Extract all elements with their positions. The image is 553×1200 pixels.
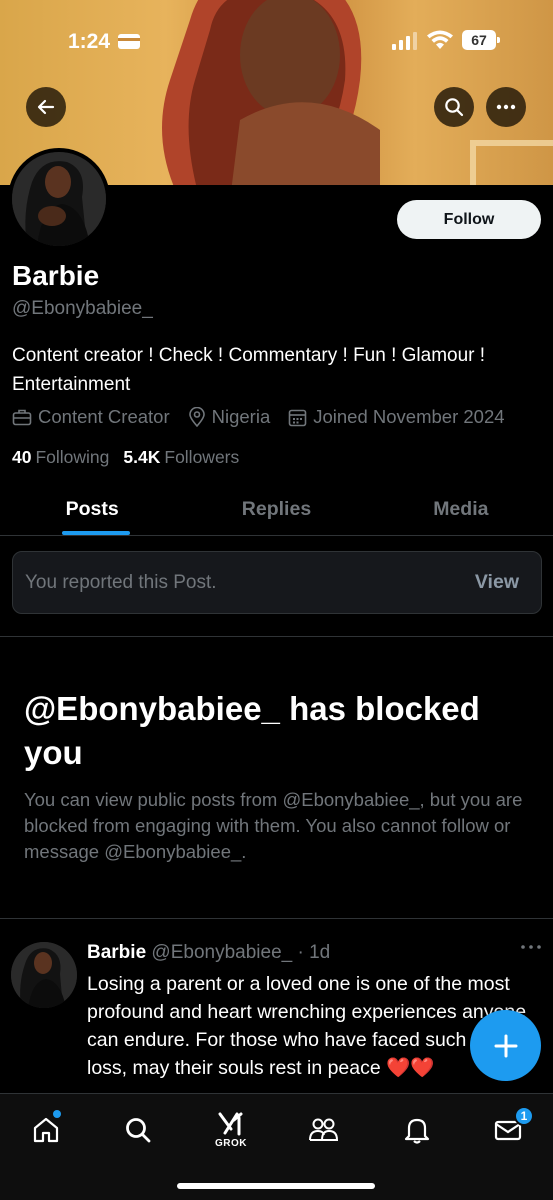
reported-text: You reported this Post. bbox=[25, 571, 217, 593]
avatar-photo bbox=[11, 942, 77, 1008]
following-label: Following bbox=[35, 447, 110, 467]
post-handle: @Ebonybabiee_ bbox=[151, 942, 293, 963]
messages-badge: 1 bbox=[514, 1106, 534, 1126]
post-more-icon[interactable] bbox=[520, 942, 542, 952]
followers-count: 5.4K bbox=[123, 447, 161, 467]
wallet-card-icon bbox=[118, 34, 140, 49]
profile-meta: Content Creator Nigeria Joined November … bbox=[12, 406, 517, 428]
view-reported-button[interactable]: View bbox=[475, 571, 519, 594]
follow-button[interactable]: Follow bbox=[397, 200, 541, 239]
calendar-icon bbox=[288, 409, 307, 426]
battery-indicator: 67 bbox=[462, 30, 500, 50]
follow-counts: 40 Following 5.4K Followers bbox=[12, 447, 239, 468]
status-bar: 1:24 67 bbox=[0, 0, 553, 84]
profile-location: Nigeria bbox=[188, 406, 271, 428]
nav-home[interactable] bbox=[22, 1106, 70, 1154]
category-label: Content Creator bbox=[38, 406, 170, 427]
nav-grok[interactable]: GROK bbox=[207, 1106, 255, 1154]
arrow-left-icon bbox=[37, 99, 55, 115]
post-separator: · bbox=[297, 942, 304, 963]
tab-posts[interactable]: Posts bbox=[0, 484, 184, 535]
cellular-signal-icon bbox=[392, 32, 417, 50]
more-options-button[interactable] bbox=[486, 87, 526, 127]
profile-tabs: Posts Replies Media bbox=[0, 484, 553, 536]
post-header: Barbie @Ebonybabiee_ · 1d bbox=[87, 942, 330, 964]
reported-post-notice: You reported this Post. View bbox=[12, 551, 542, 614]
followers-link[interactable]: 5.4K Followers bbox=[123, 447, 239, 468]
following-count: 40 bbox=[12, 447, 32, 467]
avatar-photo bbox=[12, 152, 106, 246]
plus-icon bbox=[494, 1034, 517, 1057]
grok-label: GROK bbox=[215, 1138, 247, 1149]
home-unread-dot bbox=[53, 1110, 61, 1118]
profile-avatar[interactable] bbox=[8, 148, 110, 250]
profile-handle: @Ebonybabiee_ bbox=[12, 298, 153, 319]
post-avatar[interactable] bbox=[11, 942, 77, 1008]
blocked-description: You can view public posts from @Ebonybab… bbox=[24, 789, 523, 862]
profile-bio: Content creator ! Check ! Commentary ! F… bbox=[12, 345, 486, 395]
followers-label: Followers bbox=[164, 447, 240, 467]
search-icon bbox=[126, 1118, 151, 1143]
profile-name: Barbie bbox=[12, 260, 100, 291]
search-button[interactable] bbox=[434, 87, 474, 127]
tab-replies[interactable]: Replies bbox=[184, 484, 368, 535]
banner-frame-decor bbox=[470, 140, 553, 185]
compose-button[interactable] bbox=[470, 1010, 541, 1081]
briefcase-icon bbox=[12, 409, 32, 426]
post-author: Barbie bbox=[87, 942, 147, 963]
back-button[interactable] bbox=[26, 87, 66, 127]
home-indicator bbox=[177, 1183, 375, 1189]
more-dots-icon bbox=[496, 104, 516, 110]
bell-icon bbox=[404, 1118, 430, 1144]
search-icon bbox=[445, 98, 464, 117]
nav-messages[interactable]: 1 bbox=[484, 1106, 534, 1154]
status-time: 1:24 bbox=[68, 30, 111, 53]
post-time: 1d bbox=[309, 942, 331, 963]
section-divider bbox=[0, 918, 553, 919]
wifi-icon bbox=[427, 30, 453, 49]
section-divider bbox=[0, 636, 553, 637]
joined-label: Joined November 2024 bbox=[313, 406, 505, 427]
location-label: Nigeria bbox=[211, 406, 271, 427]
nav-notifications[interactable] bbox=[393, 1106, 441, 1154]
tab-media[interactable]: Media bbox=[369, 484, 553, 535]
blocked-title: @Ebonybabiee_ has blocked you bbox=[24, 690, 480, 771]
home-icon bbox=[33, 1117, 59, 1143]
grok-icon bbox=[218, 1112, 243, 1136]
post-item[interactable]: Barbie @Ebonybabiee_ · 1d Losing a paren… bbox=[0, 920, 553, 1095]
post-text: Losing a parent or a loved one is one of… bbox=[87, 973, 527, 1079]
communities-icon bbox=[309, 1118, 339, 1141]
following-link[interactable]: 40 Following bbox=[12, 447, 109, 468]
location-pin-icon bbox=[188, 407, 205, 427]
nav-communities[interactable] bbox=[299, 1106, 347, 1154]
nav-search[interactable] bbox=[114, 1106, 162, 1154]
profile-category: Content Creator bbox=[12, 406, 170, 428]
profile-joined: Joined November 2024 bbox=[288, 406, 505, 428]
